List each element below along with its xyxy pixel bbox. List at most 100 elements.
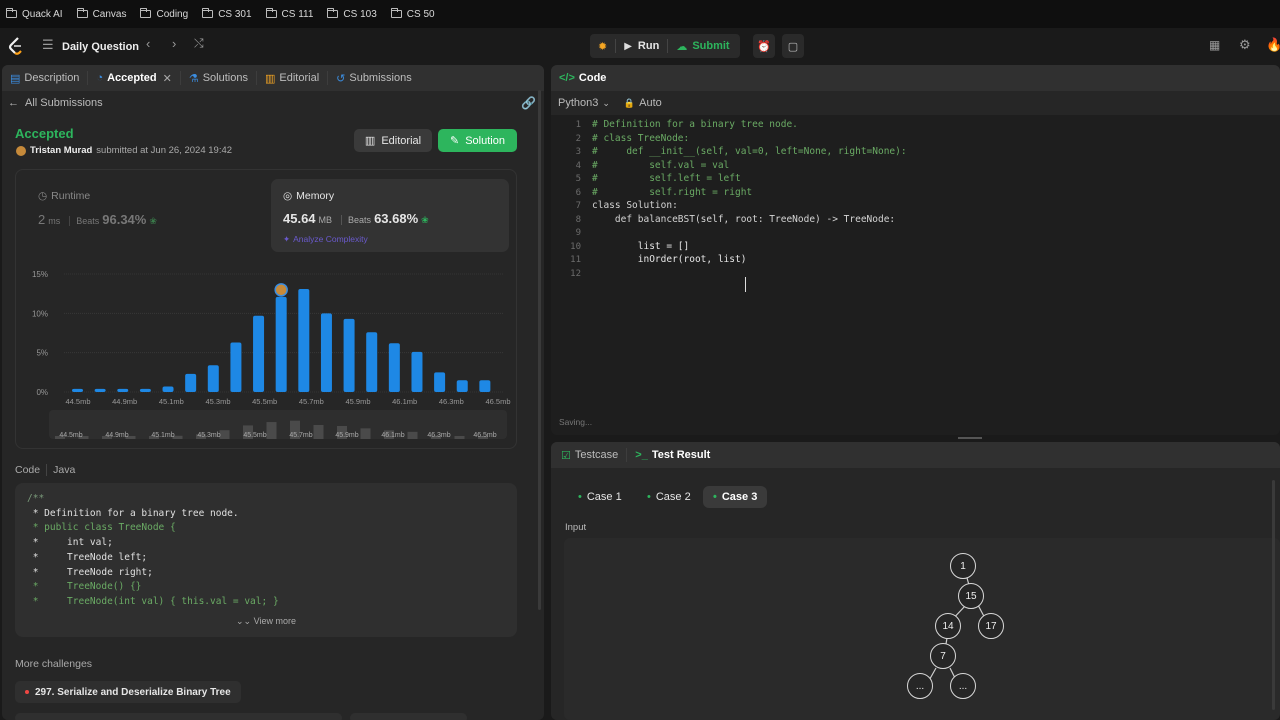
bar[interactable] xyxy=(275,296,287,392)
code-line[interactable]: def balanceBST(self, root: TreeNode) -> … xyxy=(592,214,895,225)
bar[interactable] xyxy=(456,380,468,392)
bookmark[interactable]: Quack AI xyxy=(6,8,63,20)
debug-icon[interactable]: ✹ xyxy=(598,40,607,53)
link-icon[interactable]: 🔗 xyxy=(521,96,536,110)
tree-node: ... xyxy=(907,673,933,699)
close-icon[interactable]: ✕ xyxy=(163,72,172,85)
x-tick-label: 46.1mb xyxy=(392,397,417,406)
clock-icon: ◔ xyxy=(96,72,104,84)
bar[interactable] xyxy=(366,332,378,392)
code-line[interactable]: # self.left = left xyxy=(592,173,741,184)
bookmark[interactable]: CS 301 xyxy=(202,8,252,20)
shuffle-icon[interactable]: ⤭ xyxy=(194,36,204,51)
code-line[interactable]: class Solution: xyxy=(592,200,678,211)
code-line: * TreeNode(int val) { this.val = val; } xyxy=(27,595,279,607)
code-editor[interactable]: 1 # Definition for a binary tree node. 2 # … xyxy=(551,119,1280,409)
runtime-beats: 96.34% xyxy=(102,212,147,227)
case-tab-2[interactable]: • Case 2 xyxy=(637,486,701,508)
tab-solutions[interactable]: ⚗ Solutions xyxy=(181,71,257,85)
prev-arrow-icon[interactable]: ‹ xyxy=(146,36,150,51)
bookmark[interactable]: Canvas xyxy=(76,8,126,20)
bar[interactable] xyxy=(117,388,129,392)
right-scrollbar[interactable] xyxy=(1272,480,1275,710)
tab-accepted[interactable]: ◔ Accepted ✕ xyxy=(88,71,181,85)
language-select[interactable]: Python3 xyxy=(558,97,598,109)
bookmark[interactable]: Coding xyxy=(140,8,188,20)
challenge-item[interactable] xyxy=(350,713,467,720)
code-line[interactable]: list = [] xyxy=(592,241,689,252)
note-button[interactable]: ▢ xyxy=(782,34,804,58)
list-icon[interactable]: ☰ xyxy=(42,37,54,53)
solution-button[interactable]: ✎ Solution xyxy=(438,129,517,152)
bar[interactable] xyxy=(94,388,106,392)
bookmark[interactable]: CS 111 xyxy=(265,8,313,20)
runtime-header[interactable]: ◷ Runtime xyxy=(38,190,90,202)
user-position-avatar xyxy=(274,283,288,297)
bar[interactable] xyxy=(479,380,491,392)
clock-icon: ◷ xyxy=(38,190,48,202)
code-line[interactable]: # def __init__(self, val=0, left=None, r… xyxy=(592,146,907,157)
code-line[interactable]: # self.val = val xyxy=(592,160,729,171)
bar[interactable] xyxy=(253,315,265,392)
bar[interactable] xyxy=(139,388,151,392)
memory-box[interactable]: ◎ Memory 45.64 MB Beats 63.68% ❀ ✦ Analyze… xyxy=(271,179,509,252)
all-submissions-link[interactable]: ← All Submissions xyxy=(8,97,103,109)
bar[interactable] xyxy=(185,373,197,392)
tab-code[interactable]: </> Code xyxy=(551,71,614,85)
code-line[interactable]: # Definition for a binary tree node. xyxy=(592,119,798,130)
next-arrow-icon[interactable]: › xyxy=(172,36,176,51)
layout-icon[interactable]: ▦ xyxy=(1209,38,1220,52)
bar[interactable] xyxy=(230,342,242,392)
chart-range-slider[interactable]: 44.5mb 44.9mb 45.1mb 45.3mb 45.5mb 45.7mb 45.9… xyxy=(49,410,507,439)
code-line: * Definition for a binary tree node. xyxy=(27,507,239,519)
bookmark[interactable]: CS 103 xyxy=(327,8,377,20)
tab-description[interactable]: ▤ Description xyxy=(2,71,89,85)
code-line[interactable]: # self.right = right xyxy=(592,187,752,198)
streak-fire-icon[interactable]: 🔥 xyxy=(1266,37,1280,53)
auto-mode[interactable]: Auto xyxy=(639,97,662,109)
view-more-link[interactable]: ⌄⌄ View more xyxy=(15,616,517,627)
analyze-complexity-link[interactable]: ✦ Analyze Complexity xyxy=(283,234,368,245)
case-tab-1[interactable]: • Case 1 xyxy=(568,486,632,508)
resize-handle[interactable] xyxy=(958,437,982,439)
bar[interactable] xyxy=(72,388,83,392)
bar[interactable] xyxy=(388,343,400,392)
challenge-item[interactable]: 297. Serialize and Deserialize Binary Tr… xyxy=(15,681,241,703)
submit-button[interactable]: Submit xyxy=(692,40,729,52)
code-line[interactable]: inOrder(root, list) xyxy=(592,254,747,265)
tab-test-result[interactable]: >_ Test Result xyxy=(627,448,718,462)
bar[interactable] xyxy=(207,365,219,392)
bar[interactable] xyxy=(434,372,446,392)
case-label: Case 3 xyxy=(721,491,758,503)
mini-bar xyxy=(266,422,277,439)
code-line[interactable]: # class TreeNode: xyxy=(592,133,689,144)
x-tick-label: 45.9mb xyxy=(345,397,370,406)
editorial-button[interactable]: ▥ Editorial xyxy=(354,129,432,152)
tab-submissions[interactable]: ↺ Submissions xyxy=(328,71,420,85)
line-number: 6 xyxy=(575,187,581,198)
user-name[interactable]: Tristan Murad xyxy=(30,145,92,156)
challenge-item[interactable] xyxy=(15,713,342,720)
memory-unit: MB xyxy=(318,215,333,225)
tab-editorial[interactable]: ▥ Editorial xyxy=(257,71,329,85)
bar[interactable] xyxy=(411,351,423,392)
x-tick-label: 45.1mb xyxy=(159,397,184,406)
submission-meta: Tristan Murad submitted at Jun 26, 2024 … xyxy=(16,145,232,156)
bar[interactable] xyxy=(320,313,332,392)
tab-testcase[interactable]: ☑ Testcase xyxy=(551,448,628,462)
timer-button[interactable]: ⏰ xyxy=(753,34,775,58)
leetcode-logo-icon[interactable] xyxy=(8,37,24,55)
bar[interactable] xyxy=(343,318,355,392)
tab-label: Accepted xyxy=(107,72,157,84)
code-section-header: Code Java xyxy=(15,464,75,476)
daily-question-title[interactable]: Daily Question xyxy=(62,41,139,53)
gear-icon[interactable]: ⚙ xyxy=(1239,37,1251,53)
bookmark[interactable]: CS 50 xyxy=(390,8,435,20)
bar[interactable] xyxy=(162,386,174,392)
submitted-time: submitted at Jun 26, 2024 19:42 xyxy=(96,145,233,156)
run-button[interactable]: Run xyxy=(638,40,659,52)
bar[interactable] xyxy=(298,288,310,392)
case-tab-3[interactable]: • Case 3 xyxy=(703,486,768,508)
left-scrollbar[interactable] xyxy=(538,90,541,610)
x-tick-label: 45.7mb xyxy=(299,397,324,406)
